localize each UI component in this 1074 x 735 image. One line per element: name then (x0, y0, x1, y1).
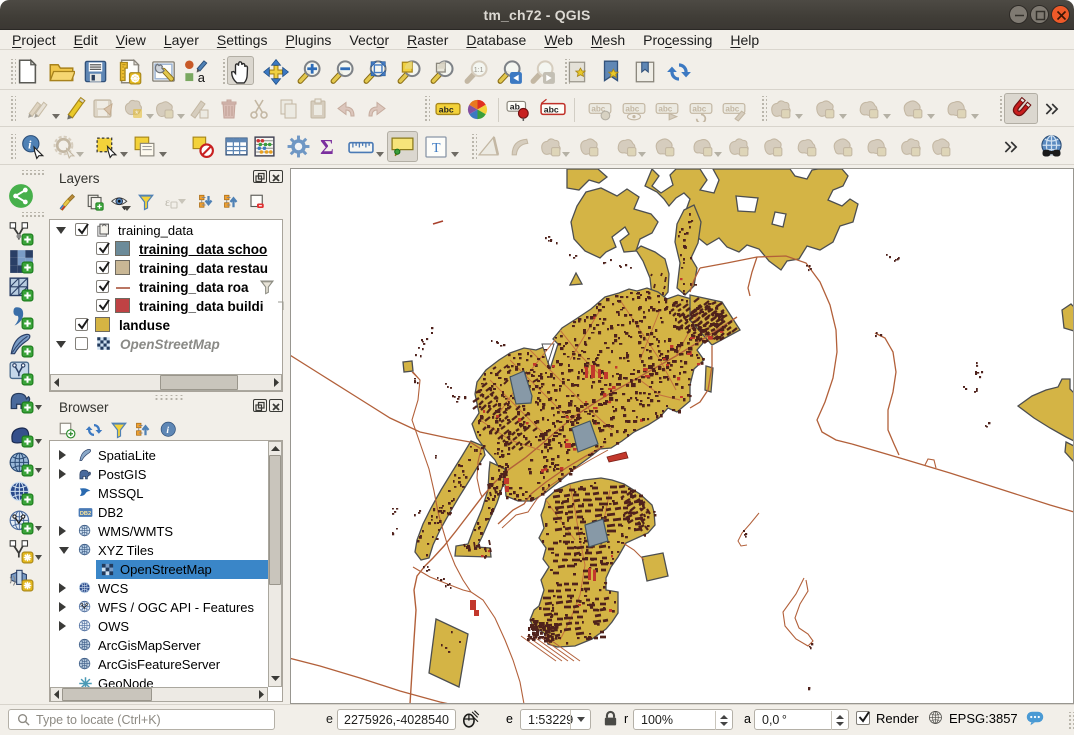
svg-text:i: i (166, 425, 169, 436)
svg-text:abc: abc (658, 105, 672, 114)
svg-text:a: a (198, 70, 206, 85)
svg-text:abc: abc (625, 105, 639, 114)
svg-text:abc: abc (544, 104, 559, 114)
svg-text:Σ: Σ (320, 135, 334, 159)
svg-text:T: T (432, 141, 441, 156)
svg-text:1:1: 1:1 (474, 67, 484, 74)
svg-text:ab: ab (510, 102, 520, 112)
svg-text:ε: ε (165, 195, 170, 209)
svg-text:*: * (135, 109, 139, 119)
svg-text:DB2: DB2 (80, 511, 91, 517)
svg-text:abc: abc (692, 105, 706, 114)
svg-text:abc: abc (439, 104, 454, 114)
svg-text:abc: abc (725, 105, 739, 114)
